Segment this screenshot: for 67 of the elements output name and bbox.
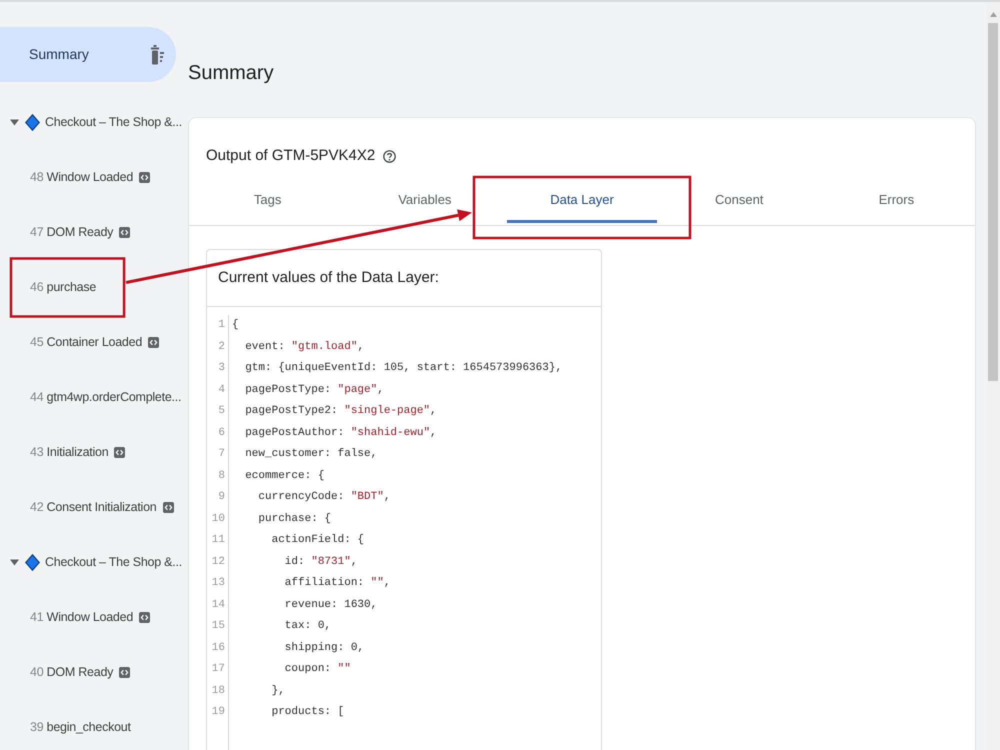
page-item[interactable]: Checkout – The Shop &... — [25, 111, 182, 134]
code-line: pagePostType: "page", — [244, 382, 385, 398]
event-item[interactable]: 41 Window Loaded — [30, 606, 150, 629]
event-item[interactable]: 39 begin_checkout — [30, 716, 131, 739]
line-number: 9 — [217, 490, 226, 505]
summary-item[interactable]: Summary — [0, 27, 176, 82]
code-line: tax: 0, — [284, 619, 332, 634]
line-number: 17 — [210, 662, 226, 677]
output-title: Output of GTM-5PVK4X2 — [206, 146, 376, 166]
event-item[interactable]: 47 DOM Ready — [30, 221, 130, 244]
line-number: 3 — [217, 361, 226, 376]
line-number: 13 — [210, 576, 226, 591]
event-item[interactable]: 48 Window Loaded — [30, 166, 150, 189]
code-line: currencyCode: "BDT", — [257, 490, 392, 505]
event-item[interactable]: 44 gtm4wp.orderComplete... — [30, 386, 182, 409]
line-number: 1 — [217, 318, 226, 333]
event-item[interactable]: 46 purchase — [30, 276, 96, 299]
line-number: 16 — [210, 640, 226, 656]
code-line: id: "8731", — [284, 554, 358, 570]
event-item[interactable]: 45 Container Loaded — [30, 331, 160, 354]
code-line: pagePostType2: "single-page", — [244, 404, 438, 419]
code-line: revenue: 1630, — [284, 598, 378, 612]
line-number: 6 — [217, 426, 226, 440]
trash-icon[interactable] — [151, 44, 164, 64]
code-line: products: [ — [270, 705, 346, 720]
code-line: coupon: "" — [284, 662, 352, 677]
code-line: event: "gtm.load", — [244, 340, 366, 354]
caret-icon[interactable] — [10, 118, 19, 127]
page-title: Summary — [188, 61, 275, 85]
code-line: purchase: { — [257, 512, 332, 526]
tab[interactable]: Errors — [818, 174, 975, 225]
line-number: 19 — [210, 705, 226, 720]
line-number: 4 — [217, 382, 226, 398]
code-line: { — [232, 318, 240, 333]
tab[interactable]: Consent — [660, 174, 818, 225]
line-number: 14 — [210, 598, 226, 612]
line-number: 5 — [217, 404, 226, 419]
code-line: }, — [270, 684, 286, 698]
tab[interactable]: Tags — [189, 174, 346, 225]
line-number: 18 — [210, 684, 226, 698]
caret-icon[interactable] — [10, 558, 19, 567]
help-icon[interactable] — [383, 150, 396, 162]
code-line: gtm: {uniqueEventId: 105, start: 1654573996363}, — [244, 361, 562, 376]
panel-title: Current values of the Data Layer: — [218, 268, 439, 288]
line-number: 8 — [217, 468, 226, 484]
code-line: shipping: 0, — [284, 640, 366, 656]
code-line: affiliation: "", — [284, 576, 392, 591]
tab[interactable]: Variables — [346, 174, 504, 225]
line-number: 11 — [210, 533, 226, 548]
code-line: new_customer: false, — [244, 447, 378, 462]
code-line: actionField: { — [270, 533, 366, 548]
diamond-icon — [25, 554, 40, 571]
tab[interactable]: Data Layer — [503, 174, 661, 225]
scrollbar-thumb[interactable] — [988, 23, 998, 381]
page-item[interactable]: Checkout – The Shop &... — [25, 551, 182, 574]
line-number: 10 — [210, 512, 226, 526]
line-number: 12 — [210, 554, 226, 570]
line-number: 15 — [210, 619, 226, 634]
event-item[interactable]: 40 DOM Ready — [30, 661, 130, 684]
event-item[interactable]: 43 Initialization — [30, 441, 126, 464]
scrollbar[interactable] — [986, 2, 1000, 750]
line-number: 7 — [217, 447, 226, 462]
code-line: pagePostAuthor: "shahid-ewu", — [244, 426, 438, 440]
diamond-icon — [25, 114, 40, 131]
code-line: ecommerce: { — [244, 468, 326, 484]
line-number: 2 — [217, 340, 226, 354]
event-item[interactable]: 42 Consent Initialization — [30, 496, 174, 519]
